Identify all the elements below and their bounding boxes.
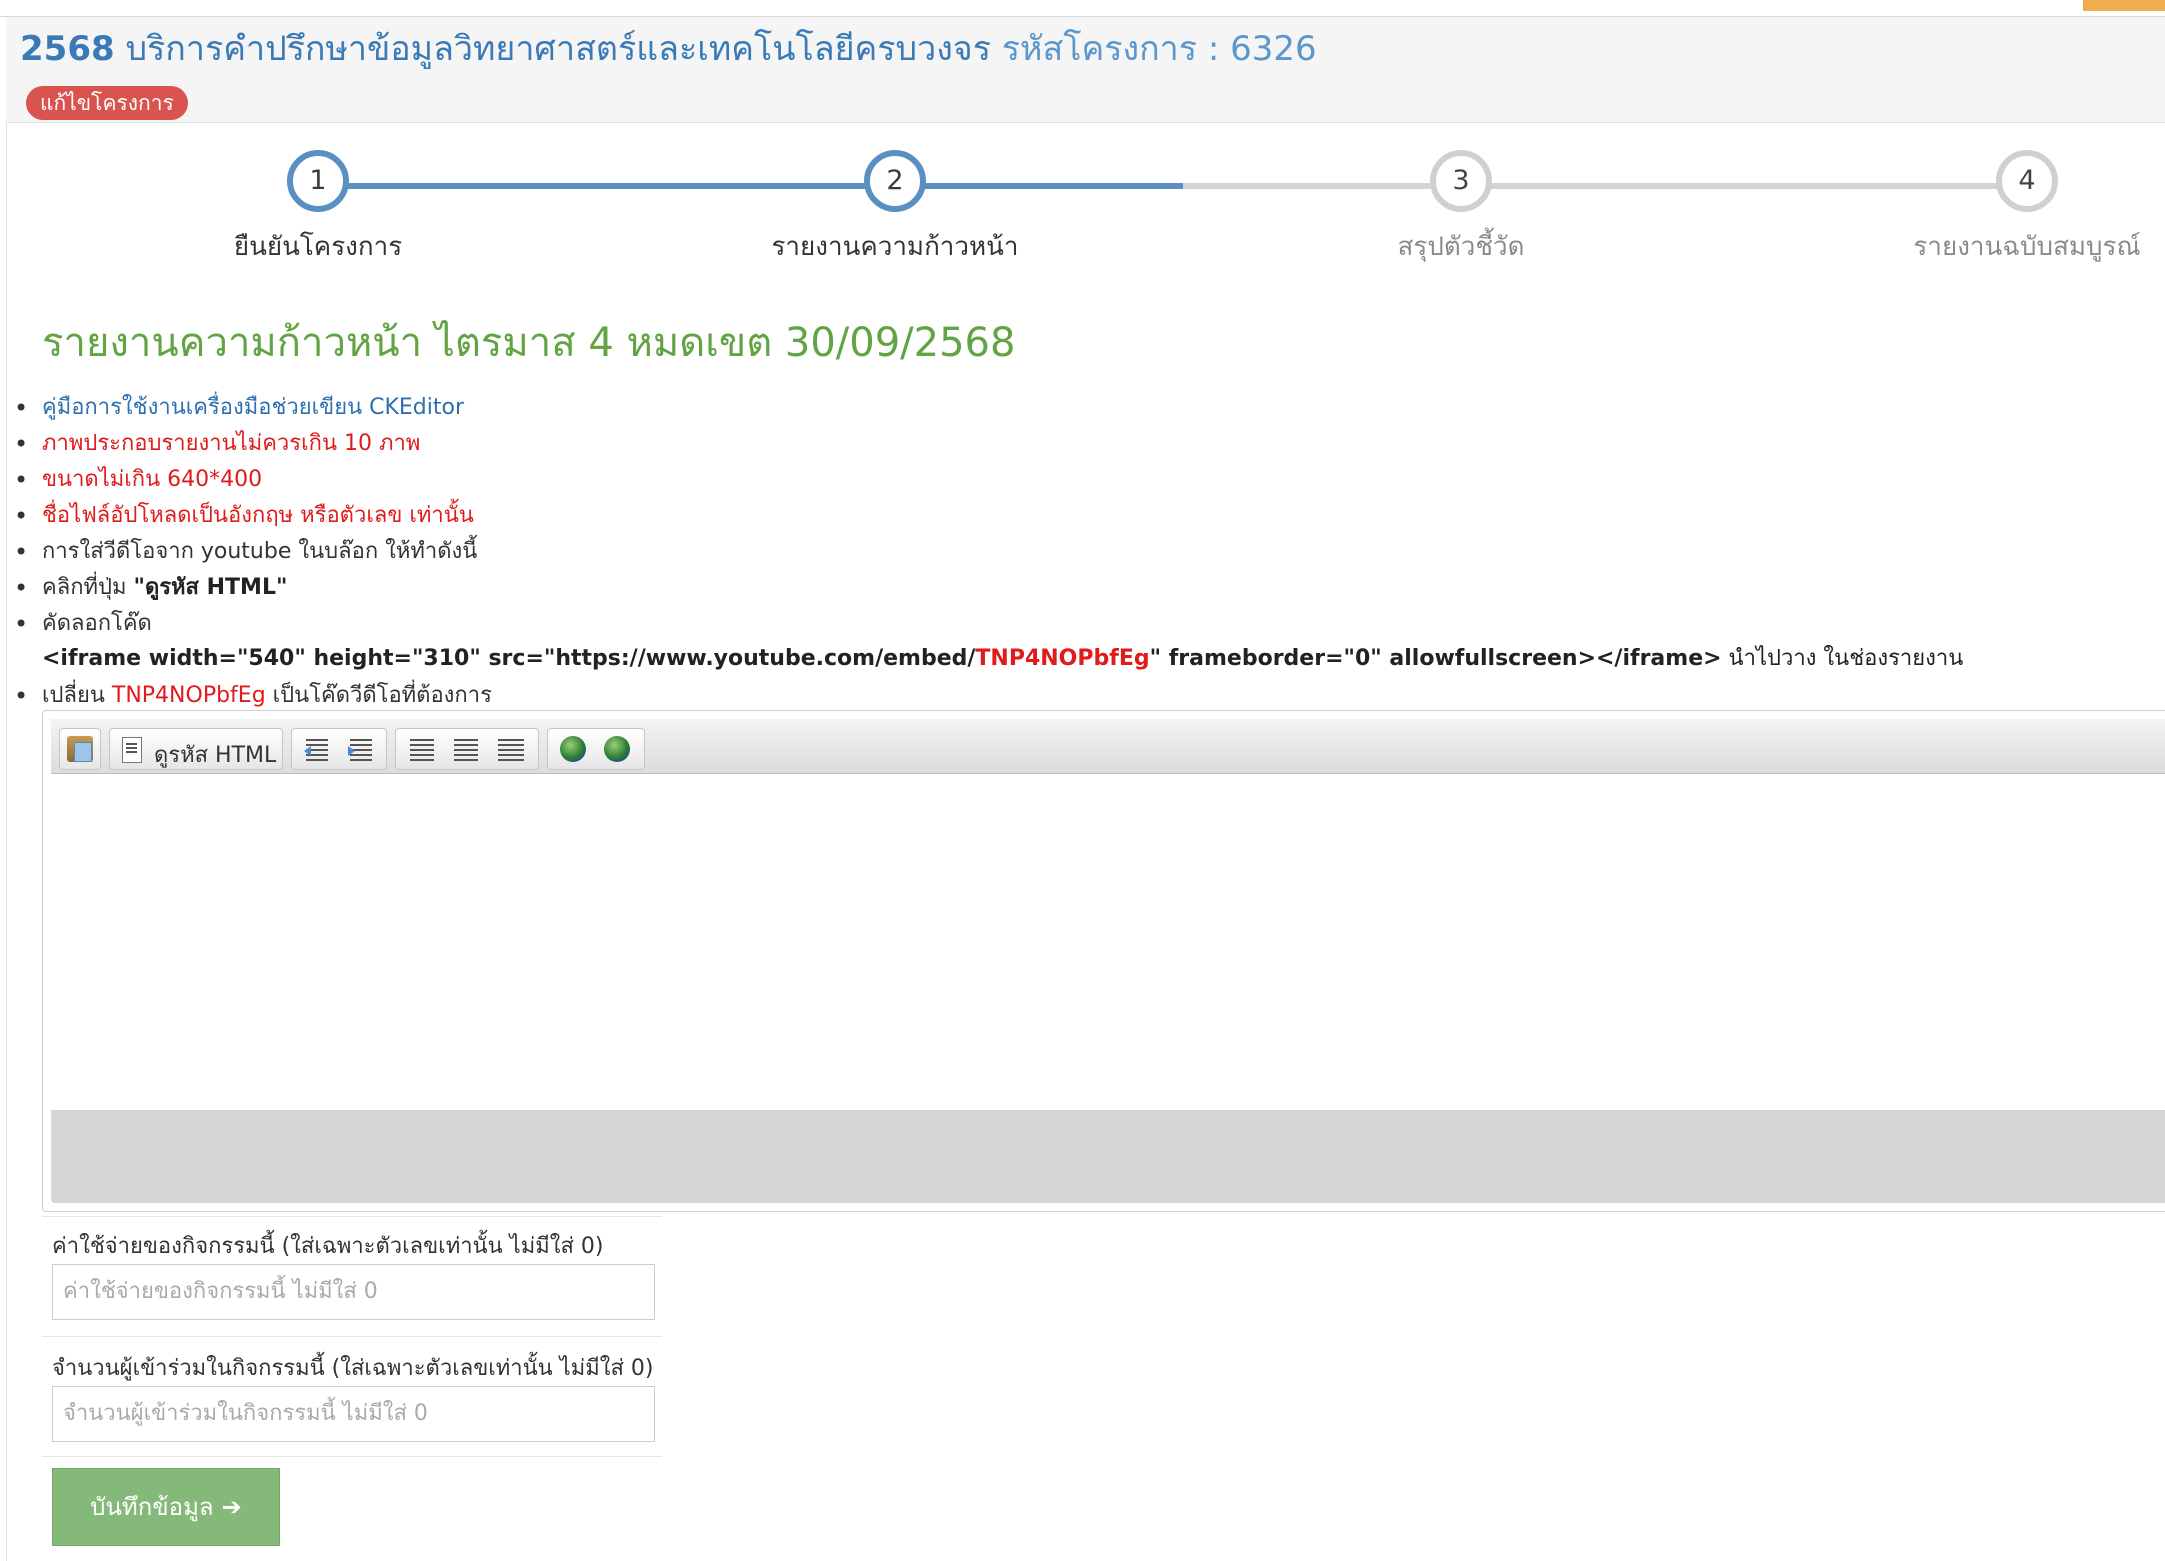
save-button-label: บันทึกข้อมูล bbox=[90, 1493, 214, 1521]
view-source-icon bbox=[122, 737, 142, 763]
step-label: ยืนยันโครงการ bbox=[233, 232, 403, 262]
wizard-step-4[interactable]: 4 รายงานฉบับสมบูรณ์ bbox=[1857, 150, 2165, 267]
video-id-text: TNP4NOPbfEg bbox=[111, 683, 266, 708]
wizard-step-2[interactable]: 2 รายงานความก้าวหน้า bbox=[725, 150, 1065, 267]
step-number-circle: 3 bbox=[1430, 150, 1492, 212]
wizard-step-3[interactable]: 3 สรุปตัวชี้วัด bbox=[1291, 150, 1631, 267]
iframe-code-prefix: <iframe width="540" height="310" src="ht… bbox=[42, 646, 976, 671]
top-corner-accent bbox=[2083, 0, 2165, 11]
arrow-right-icon: ➔ bbox=[221, 1493, 242, 1521]
copy-code-text: คัดลอกโค๊ด bbox=[42, 611, 152, 636]
view-source-button[interactable]: ดูรหัส HTML bbox=[109, 728, 283, 770]
view-source-label: ดูรหัส HTML bbox=[154, 743, 277, 768]
form-divider bbox=[42, 1456, 662, 1457]
source-button-reference: "ดูรหัส HTML" bbox=[133, 575, 288, 600]
paste-icon[interactable] bbox=[67, 736, 93, 762]
project-name: บริการคำปรึกษาข้อมูลวิทยาศาสตร์และเทคโนโ… bbox=[125, 29, 991, 69]
iframe-video-id: TNP4NOPbfEg bbox=[975, 646, 1150, 671]
align-center-icon[interactable] bbox=[410, 739, 434, 761]
step-label: รายงานความก้าวหน้า bbox=[771, 232, 1019, 262]
toolbar-group-links bbox=[547, 728, 645, 770]
step-number-circle: 1 bbox=[287, 150, 349, 212]
replace-prefix-text: เปลี่ยน bbox=[42, 683, 112, 708]
step-number-circle: 4 bbox=[1996, 150, 2058, 212]
project-title: 2568 บริการคำปรึกษาข้อมูลวิทยาศาสตร์และเ… bbox=[20, 26, 1317, 72]
list-item: ภาพประกอบรายงานไม่ควรเกิน 10 ภาพ bbox=[14, 426, 492, 462]
filename-rule-warning: ชื่อไฟล์อัปโหลดเป็นอังกฤษ หรือตัวเลข เท่… bbox=[42, 503, 474, 528]
toolbar-group-align bbox=[395, 728, 539, 770]
step-label: รายงานฉบับสมบูรณ์ bbox=[1913, 232, 2141, 262]
click-instruction-text: คลิกที่ปุ่ม bbox=[42, 575, 134, 600]
expense-label: ค่าใช้จ่ายของกิจกรรมนี้ (ใส่เฉพาะตัวเลขเ… bbox=[52, 1234, 604, 1259]
edit-project-badge[interactable]: แก้ไขโครงการ bbox=[26, 86, 188, 120]
image-limit-warning: ภาพประกอบรายงานไม่ควรเกิน 10 ภาพ bbox=[42, 431, 421, 456]
list-item: ชื่อไฟล์อัปโหลดเป็นอังกฤษ หรือตัวเลข เท่… bbox=[14, 498, 492, 534]
paste-note-text: นำไปวาง ในช่องรายงาน bbox=[1721, 646, 1964, 671]
list-item: คัดลอกโค๊ด bbox=[14, 606, 492, 642]
align-right-icon[interactable] bbox=[454, 739, 478, 761]
youtube-intro-text: การใส่วีดีโอจาก youtube ในบล๊อก ให้ทำดัง… bbox=[42, 539, 478, 564]
step-label: สรุปตัวชี้วัด bbox=[1397, 232, 1525, 262]
form-divider bbox=[42, 1336, 662, 1337]
progress-wizard: 1 ยืนยันโครงการ 2 รายงานความก้าวหน้า 3 ส… bbox=[0, 150, 2165, 280]
list-item: การใส่วีดีโอจาก youtube ในบล๊อก ให้ทำดัง… bbox=[14, 534, 492, 570]
expense-input[interactable]: ค่าใช้จ่ายของกิจกรรมนี้ ไม่มีใส่ 0 bbox=[52, 1264, 655, 1320]
outdent-icon[interactable] bbox=[304, 739, 328, 761]
editor-content-area[interactable] bbox=[51, 774, 2165, 1110]
form-divider bbox=[42, 1216, 662, 1217]
toolbar-group-indent bbox=[291, 728, 387, 770]
editor-toolbar: ดูรหัส HTML bbox=[51, 719, 2165, 774]
editor-frame: ดูรหัส HTML bbox=[51, 719, 2165, 1203]
unlink-globe-icon[interactable] bbox=[604, 736, 630, 762]
participants-input[interactable]: จำนวนผู้เข้าร่วมในกิจกรรมนี้ ไม่มีใส่ 0 bbox=[52, 1386, 655, 1442]
replace-suffix-text: เป็นโค๊ดวีดีโอที่ต้องการ bbox=[265, 683, 492, 708]
list-item: คู่มือการใช้งานเครื่องมือช่วยเขียน CKEdi… bbox=[14, 390, 492, 426]
iframe-code-suffix: " frameborder="0" allowfullscreen></ifra… bbox=[1149, 646, 1722, 671]
iframe-code-sample: <iframe width="540" height="310" src="ht… bbox=[42, 640, 1963, 675]
list-item: คลิกที่ปุ่ม "ดูรหัส HTML" bbox=[14, 570, 492, 606]
content-frame-border bbox=[6, 122, 7, 1561]
save-button[interactable]: บันทึกข้อมูล ➔ bbox=[52, 1468, 280, 1546]
toolbar-group-clipboard bbox=[59, 728, 101, 770]
participants-label: จำนวนผู้เข้าร่วมในกิจกรรมนี้ (ใส่เฉพาะตั… bbox=[52, 1356, 654, 1381]
wizard-step-1[interactable]: 1 ยืนยันโครงการ bbox=[148, 150, 488, 267]
list-item: ขนาดไม่เกิน 640*400 bbox=[14, 462, 492, 498]
list-item: เปลี่ยน TNP4NOPbfEg เป็นโค๊ดวีดีโอที่ต้อ… bbox=[14, 678, 492, 714]
report-heading: รายงานความก้าวหน้า ไตรมาส 4 หมดเขต 30/09… bbox=[42, 320, 1016, 366]
project-year: 2568 bbox=[20, 29, 115, 69]
rich-text-editor: ดูรหัส HTML bbox=[42, 710, 2165, 1212]
indent-icon[interactable] bbox=[348, 739, 372, 761]
step-number-circle: 2 bbox=[864, 150, 926, 212]
ckeditor-manual-link[interactable]: คู่มือการใช้งานเครื่องมือช่วยเขียน CKEdi… bbox=[42, 395, 464, 420]
project-code: รหัสโครงการ : 6326 bbox=[1001, 29, 1317, 69]
size-limit-warning: ขนาดไม่เกิน 640*400 bbox=[42, 467, 263, 492]
link-globe-icon[interactable] bbox=[560, 736, 586, 762]
justify-icon[interactable] bbox=[498, 739, 524, 761]
